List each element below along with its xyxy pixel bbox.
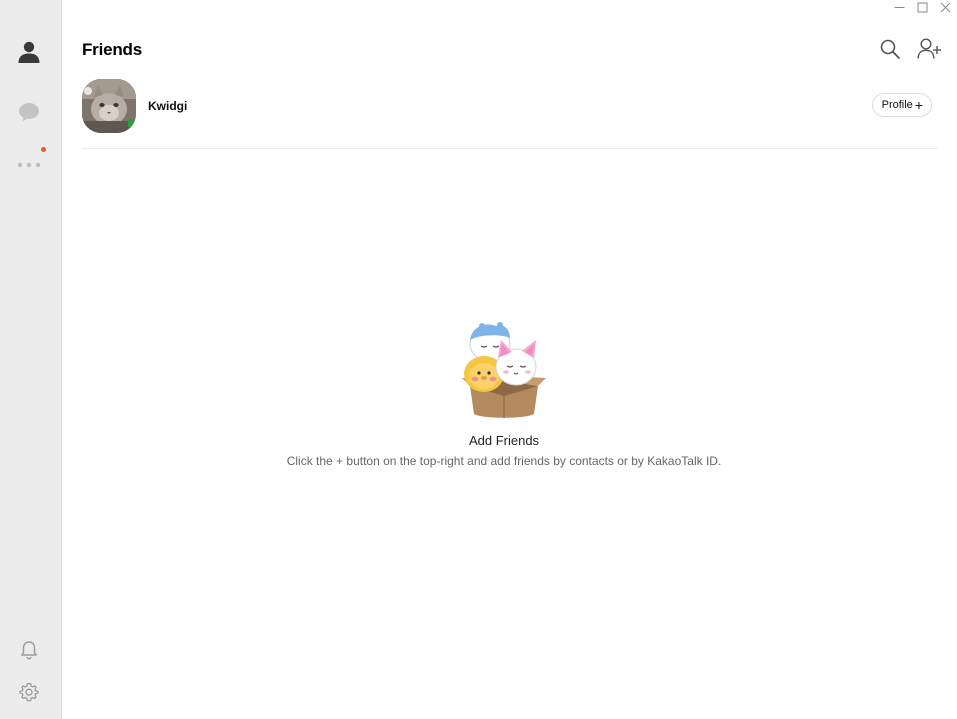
avatar[interactable] bbox=[82, 79, 136, 133]
sidebar-item-settings[interactable] bbox=[0, 672, 57, 712]
friends-panel: Friends Kwidgi Profile + Add Friends Cli… bbox=[62, 0, 957, 719]
person-icon bbox=[17, 40, 41, 64]
page-title: Friends bbox=[82, 40, 143, 59]
gear-icon bbox=[18, 682, 39, 702]
profile-plus-button[interactable]: Profile + bbox=[871, 93, 932, 117]
more-dots-icon bbox=[17, 161, 41, 169]
add-friend-button[interactable] bbox=[917, 37, 943, 66]
profile-plus-label: Profile bbox=[881, 99, 913, 111]
my-profile-row[interactable]: Kwidgi Profile + bbox=[82, 79, 938, 149]
search-icon bbox=[879, 38, 901, 65]
sidebar-item-more[interactable] bbox=[0, 145, 57, 185]
empty-state: Add Friends Click the + button on the to… bbox=[62, 320, 946, 468]
empty-state-title: Add Friends bbox=[468, 433, 540, 448]
sidebar-item-notifications[interactable] bbox=[0, 630, 57, 670]
friends-in-box-illustration bbox=[462, 322, 546, 418]
sidebar bbox=[0, 0, 62, 719]
add-friend-icon bbox=[917, 37, 943, 66]
profile-name: Kwidgi bbox=[148, 99, 188, 113]
chat-bubble-icon bbox=[17, 100, 41, 124]
bell-icon bbox=[20, 640, 38, 660]
plus-icon: + bbox=[914, 97, 923, 113]
empty-state-description: Click the + button on the top-right and … bbox=[286, 454, 722, 468]
sidebar-item-chats[interactable] bbox=[0, 92, 57, 132]
sidebar-item-friends[interactable] bbox=[0, 32, 57, 72]
notification-badge bbox=[41, 147, 46, 152]
kakaotalk-window: Friends Kwidgi Profile + Add Friends Cli… bbox=[0, 0, 957, 719]
search-button[interactable] bbox=[877, 38, 903, 64]
